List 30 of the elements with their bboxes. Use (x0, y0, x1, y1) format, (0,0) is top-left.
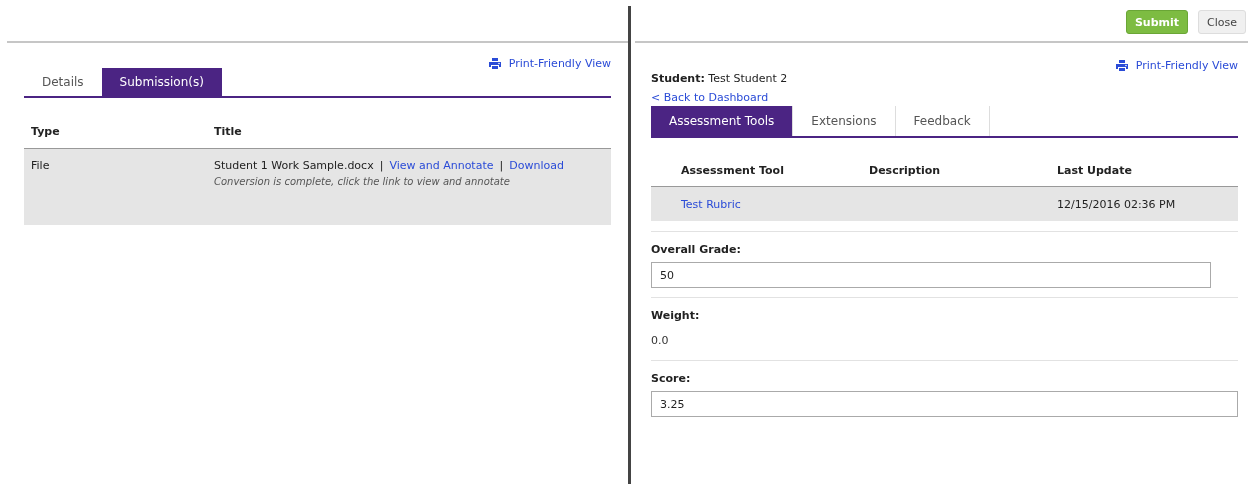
close-button[interactable]: Close (1198, 10, 1246, 34)
column-header: Title (214, 125, 242, 138)
field-label: Weight: (651, 309, 700, 322)
field-label: Score: (651, 372, 691, 385)
tab[interactable]: Feedback (895, 106, 990, 136)
column-header: Last Update (1057, 164, 1132, 177)
column-header: Assessment Tool (681, 164, 785, 177)
view-annotate-link[interactable]: View and Annotate (389, 159, 494, 172)
file-name: Student 1 Work Sample.docx (214, 159, 374, 172)
back-link[interactable]: < Back to Dashboard (651, 91, 1238, 104)
print-friendly-link[interactable]: Print-Friendly View (488, 57, 611, 70)
column-header: Description (869, 164, 942, 177)
input-field[interactable]: 3.25 (651, 391, 1238, 417)
print-friendly-link[interactable]: Print-Friendly View (1115, 59, 1238, 72)
column-header: Type (31, 125, 61, 138)
rubric-link[interactable]: Test Rubric (681, 197, 869, 211)
student-name: Student: Test Student 2 (651, 72, 789, 85)
field-label: Overall Grade: (651, 243, 741, 256)
separator: | (499, 159, 504, 172)
input-field[interactable]: 50 (651, 262, 1211, 288)
tab[interactable]: Assessment Tools (651, 106, 794, 136)
separator: | (379, 159, 384, 172)
download-link[interactable]: Download (509, 159, 564, 172)
tab[interactable]: Details (24, 68, 102, 96)
field-value: 0.0 (651, 333, 669, 349)
tab[interactable]: Extensions (793, 106, 896, 136)
tab[interactable]: Submission(s) (101, 68, 222, 96)
table-cell: 12/15/2016 02:36 PM (1057, 197, 1176, 211)
conversion-note: Conversion is complete, click the link to view and annotate (214, 176, 511, 187)
table-cell-text: File (31, 159, 51, 174)
